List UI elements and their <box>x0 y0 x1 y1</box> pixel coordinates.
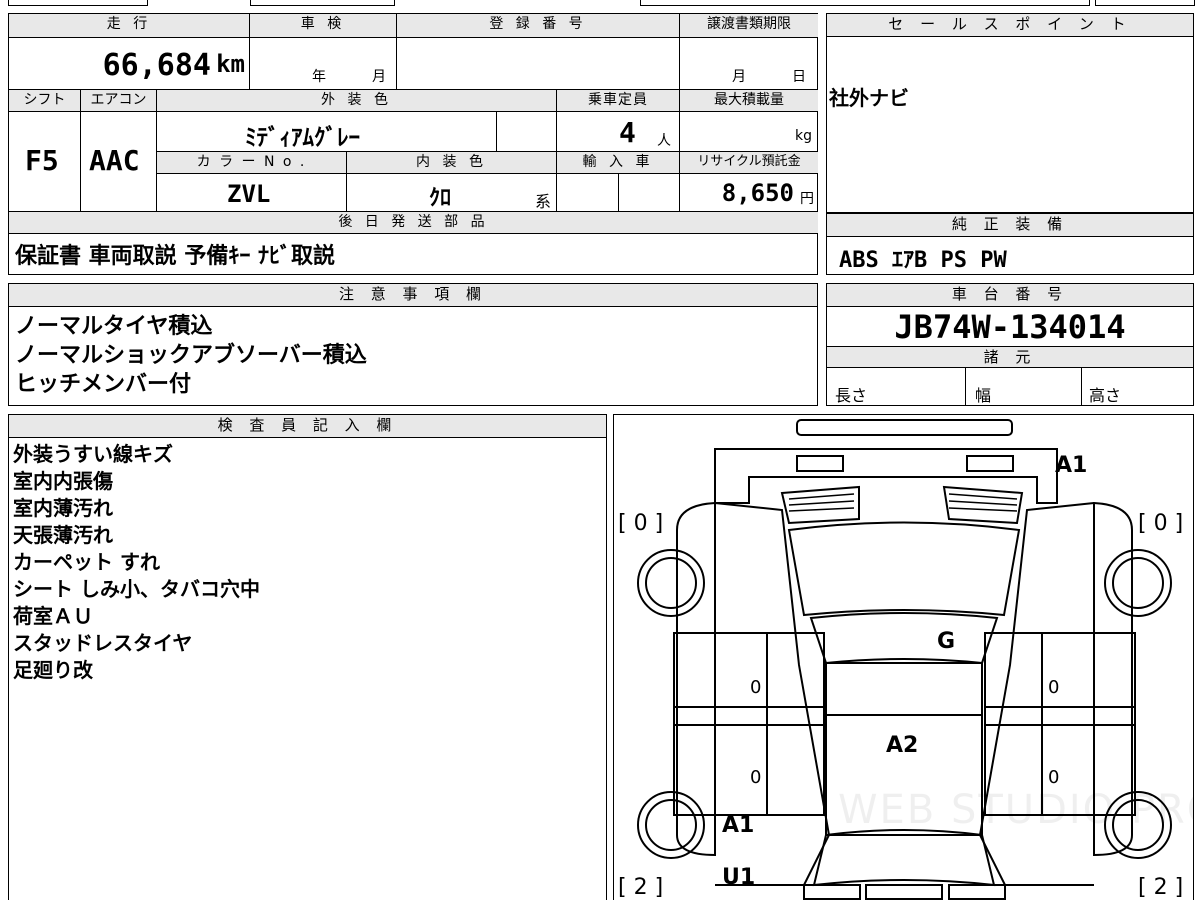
specs-header: 諸 元 <box>827 346 1193 368</box>
exterior-sub-cell <box>497 112 557 152</box>
chassis-header: 車 台 番 号 <box>827 284 1193 307</box>
color-no-header: カ ラ ー N o . <box>157 152 347 174</box>
capacity-cell: 4 人 <box>557 112 680 152</box>
interior-unit: 系 <box>535 192 552 211</box>
notes-header: 注 意 事 項 欄 <box>9 284 817 307</box>
interior-value: ｸﾛ <box>429 186 452 211</box>
transfer-month-unit: 月 <box>732 69 746 85</box>
inspector-line: カーペット すれ <box>13 550 160 574</box>
inspector-line: 室内内張傷 <box>13 469 113 493</box>
later-parts-value: 保証書 車両取説 予備ｷｰ ﾅﾋﾞ取説 <box>15 244 335 269</box>
capacity-header: 乗車定員 <box>557 90 680 112</box>
import-cell-b <box>619 174 680 212</box>
door-rear-right-value: 0 <box>1048 767 1060 788</box>
interior-header: 内 装 色 <box>347 152 557 174</box>
inspector-line: 天張薄汚れ <box>13 523 113 547</box>
inspector-line: 室内薄汚れ <box>13 496 113 520</box>
import-cell-a <box>557 174 619 212</box>
mileage-cell: 66,684 km <box>9 38 250 90</box>
max-load-unit: kg <box>795 128 812 144</box>
inspection-month-unit: 月 <box>372 69 386 85</box>
inspector-box: 検 査 員 記 入 欄 外装うすい線キズ 室内内張傷 室内薄汚れ 天張薄汚れ カ… <box>8 414 607 900</box>
inspector-line: 外装うすい線キズ <box>13 442 173 466</box>
shift-cell: F5 <box>9 112 81 212</box>
recycle-value: 8,650 <box>721 179 794 207</box>
capacity-value: 4 <box>619 116 636 149</box>
exterior-header: 外 装 色 <box>157 90 557 112</box>
top-strip <box>0 0 1200 8</box>
import-header: 輸 入 車 <box>557 152 680 174</box>
inspector-line: 荷室ＡＵ <box>13 604 93 628</box>
genuine-equipment-header: 純 正 装 備 <box>827 214 1193 237</box>
mileage-unit: km <box>216 50 245 78</box>
inspector-line: シート しみ小、タバコ穴中 <box>13 577 260 601</box>
mark-front-bumper: A1 <box>1055 453 1088 478</box>
inspection-cell: 年 月 <box>250 38 397 90</box>
note-line: ノーマルタイヤ積込 <box>15 314 213 339</box>
mark-center: A2 <box>886 733 919 758</box>
transfer-header: 譲渡書類期限 <box>680 14 818 38</box>
door-front-left-value: 0 <box>750 677 762 698</box>
interior-cell: ｸﾛ 系 <box>347 174 557 212</box>
mileage-value: 66,684 <box>102 48 211 83</box>
sales-point-header: セ ー ル ス ポ イ ン ト <box>827 14 1193 37</box>
transfer-cell: 月 日 <box>680 38 818 90</box>
tire-front-right: [ 0 ] <box>1138 511 1184 536</box>
car-diagram: WEB STUDIO PRO [ 0 ] [ 0 ] [ 2 ] [ 2 ] A… <box>613 414 1194 900</box>
transfer-day-unit: 日 <box>792 69 806 85</box>
shift-header: シフト <box>9 90 81 112</box>
max-load-header: 最大積載量 <box>680 90 818 112</box>
tire-rear-left: [ 2 ] <box>618 875 664 900</box>
watermark: WEB STUDIO PRO <box>838 787 1194 833</box>
sales-point-value: 社外ナビ <box>829 86 909 110</box>
ac-cell: AAC <box>81 112 157 212</box>
door-rear-left-value: 0 <box>750 767 762 788</box>
recycle-unit: 円 <box>800 191 814 207</box>
chassis-number: JB74W-134014 <box>894 308 1126 346</box>
note-line: ヒッチメンバー付 <box>15 372 192 397</box>
shift-value: F5 <box>25 144 59 177</box>
tire-rear-right: [ 2 ] <box>1138 875 1184 900</box>
inspector-line: スタッドレスタイヤ <box>13 631 193 655</box>
max-load-cell: kg <box>680 112 818 152</box>
recycle-header: リサイクル預託金 <box>680 152 818 174</box>
mark-roof: G <box>937 629 956 654</box>
tire-front-left: [ 0 ] <box>618 511 664 536</box>
ac-value: AAC <box>89 144 140 177</box>
exterior-cell: ﾐﾃﾞｨｱﾑｸﾞﾚｰ <box>157 112 497 152</box>
info-table: 走 行 車 検 登 録 番 号 譲渡書類期限 66,684 km 年 月 月 日… <box>8 13 818 275</box>
ac-header: エアコン <box>81 90 157 112</box>
capacity-unit: 人 <box>657 133 671 149</box>
note-line: ノーマルショックアブソーバー積込 <box>15 343 367 368</box>
inspection-header: 車 検 <box>250 14 397 38</box>
recycle-cell: 8,650 円 <box>680 174 818 212</box>
genuine-equipment-value: ABS ｴｱB PS PW <box>839 248 1007 273</box>
color-no-value: ZVL <box>227 180 271 208</box>
genuine-equipment-box: 純 正 装 備 ABS ｴｱB PS PW <box>826 213 1194 275</box>
exterior-value: ﾐﾃﾞｨｱﾑｸﾞﾚｰ <box>245 125 360 151</box>
later-parts-header: 後 日 発 送 部 品 <box>9 212 818 234</box>
inspector-header: 検 査 員 記 入 欄 <box>9 415 606 438</box>
door-front-right-value: 0 <box>1048 677 1060 698</box>
registration-header: 登 録 番 号 <box>397 14 680 38</box>
mark-rear-left-u: U1 <box>722 865 756 890</box>
mark-rear-left-a: A1 <box>722 813 755 838</box>
spec-width-label: 幅 <box>975 386 992 405</box>
sales-point-box: セ ー ル ス ポ イ ン ト 社外ナビ <box>826 13 1194 213</box>
inspection-year-unit: 年 <box>312 69 326 85</box>
registration-cell <box>397 38 680 90</box>
mileage-header: 走 行 <box>9 14 250 38</box>
spec-length-label: 長さ <box>835 386 868 405</box>
chassis-box: 車 台 番 号 JB74W-134014 諸 元 長さ 幅 高さ <box>826 283 1194 406</box>
notes-box: 注 意 事 項 欄 ノーマルタイヤ積込 ノーマルショックアブソーバー積込 ヒッチ… <box>8 283 818 406</box>
spec-height-label: 高さ <box>1089 386 1122 405</box>
color-no-cell: ZVL <box>157 174 347 212</box>
inspector-line: 足廻り改 <box>13 658 93 682</box>
